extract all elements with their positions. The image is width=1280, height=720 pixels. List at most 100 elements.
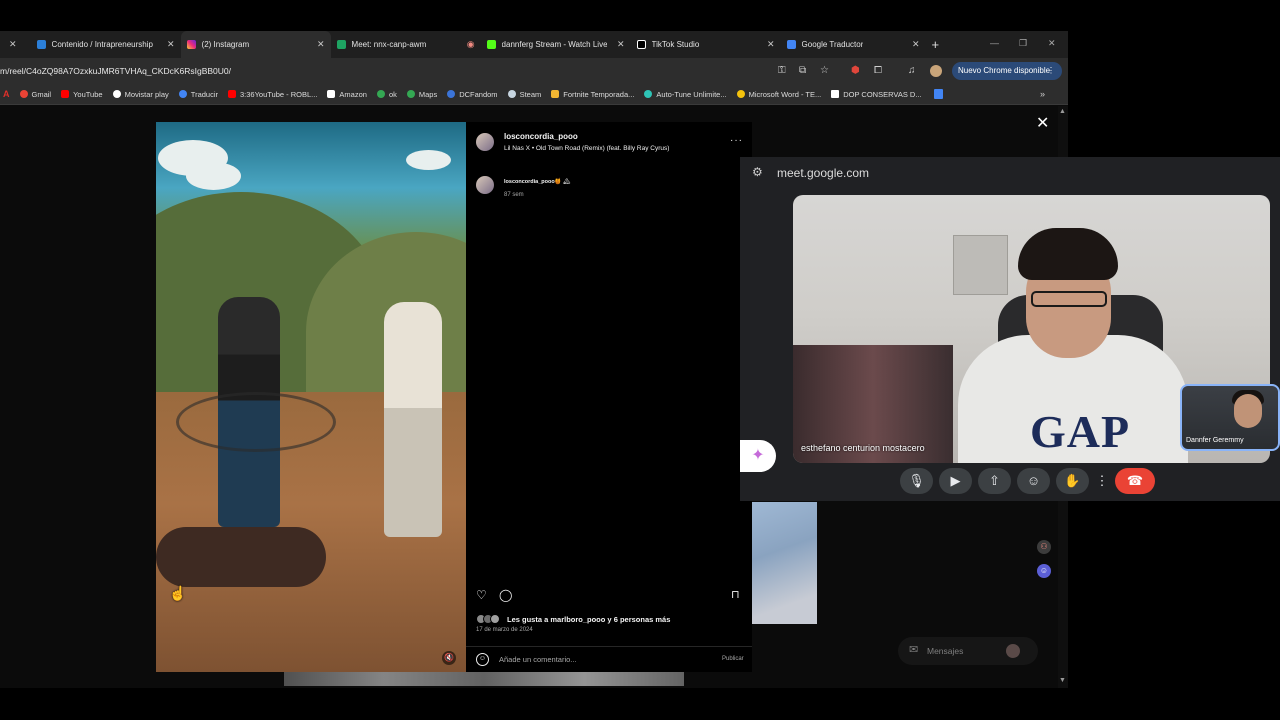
amazon-icon <box>327 90 336 98</box>
tab-bar: ✕ Contenido / Intrapreneurship ✕ (2) Ins… <box>0 31 1068 58</box>
participant-name: esthefano centurion mostacero <box>801 443 925 453</box>
save-bookmark-icon[interactable]: ⊓ <box>731 588 740 601</box>
bookmark-star-icon[interactable]: ☆ <box>820 65 829 76</box>
password-key-icon[interactable]: ⚿ <box>778 65 786 76</box>
emoji-reaction-icon[interactable]: ☺ <box>1017 468 1050 494</box>
bookmark-label: 3:36YouTube - ROBL... <box>240 89 318 99</box>
gemini-icon[interactable]: ✦ <box>740 440 776 472</box>
azure-icon <box>36 40 46 49</box>
self-view-tile[interactable]: Dannfer Geremmy <box>1180 384 1280 451</box>
camera-icon[interactable]: ▶ <box>939 468 972 494</box>
more-bookmarks-icon[interactable]: » <box>1040 89 1045 99</box>
post-username[interactable]: losconcordia_pooo <box>504 132 578 141</box>
cloud <box>406 150 451 170</box>
tab-meet[interactable]: Meet: nnx-canp-awm ◉ <box>331 31 481 58</box>
site-settings-icon[interactable]: ⚙ <box>752 165 763 179</box>
more-options-icon[interactable]: ··· <box>730 135 743 146</box>
wall-shelf <box>953 235 1008 295</box>
messages-pill[interactable]: ✉ Mensajes <box>898 637 1038 665</box>
chat-bot-icon[interactable]: ☺ <box>1037 564 1051 578</box>
tab-instagram[interactable]: (2) Instagram ✕ <box>180 31 331 58</box>
tab-tiktok[interactable]: TikTok Studio ✕ <box>631 31 781 58</box>
tab-close-icon[interactable]: ✕ <box>912 39 920 50</box>
bookmark-maps[interactable]: Maps <box>406 90 437 99</box>
bookmark-label: Fortnite Temporada... <box>563 89 635 99</box>
scroll-down-icon[interactable]: ▼ <box>1059 677 1066 684</box>
publish-button[interactable]: Publicar <box>722 656 744 662</box>
end-call-icon[interactable]: ☎ <box>1115 468 1155 494</box>
bookmark-word[interactable]: Microsoft Word - TE... <box>736 90 821 99</box>
avatar[interactable] <box>476 133 494 151</box>
more-options-icon[interactable]: ⋮ <box>1095 468 1109 494</box>
mute-icon[interactable]: 🔇 <box>442 651 456 665</box>
emoji-icon[interactable]: ☺ <box>476 653 489 666</box>
bookmark-gmail[interactable]: Gmail <box>19 89 52 99</box>
raise-hand-icon[interactable]: ✋ <box>1056 468 1089 494</box>
tab-translate[interactable]: Google Traductor ✕ <box>781 31 926 58</box>
bookmark-youtube[interactable]: YouTube <box>61 90 103 99</box>
tab-close-icon[interactable]: ✕ <box>767 39 775 50</box>
extension-red-icon[interactable]: ⬢ <box>851 65 860 76</box>
steam-icon <box>507 90 516 98</box>
bookmark-movistar[interactable]: Movistar play <box>112 90 169 99</box>
profile-avatar[interactable] <box>930 65 942 77</box>
likes-summary[interactable]: Les gusta a marlboro_pooo y 6 personas m… <box>507 615 670 624</box>
close-icon[interactable]: ✕ <box>1036 113 1049 133</box>
reel-video[interactable] <box>156 122 466 672</box>
tiktok-icon <box>636 40 646 49</box>
restore-icon[interactable]: ❐ <box>1019 38 1027 49</box>
extensions-puzzle-icon[interactable]: ⧠ <box>874 65 882 76</box>
tab-kick[interactable]: dannferg Stream - Watch Live ✕ <box>481 31 631 58</box>
self-name: Dannfer Geremmy <box>1186 437 1244 444</box>
tab-close-icon[interactable]: ✕ <box>317 39 325 50</box>
meet-host: meet.google.com <box>777 166 870 180</box>
minimize-icon[interactable]: — <box>990 38 999 48</box>
record-icon[interactable]: ◉ <box>467 39 475 50</box>
translate-icon <box>786 40 796 49</box>
bookmark-autotune[interactable]: Auto-Tune Unlimite... <box>644 90 727 99</box>
tab-close-icon[interactable]: ✕ <box>9 39 17 50</box>
bookmark-youtube-robl[interactable]: 3:36YouTube - ROBL... <box>228 90 317 99</box>
bookmark-ok[interactable]: ok <box>376 89 397 99</box>
tab-close-icon[interactable]: ✕ <box>167 39 175 50</box>
bookmark-dop[interactable]: DOP CONSERVAS D... <box>831 90 922 99</box>
fortnite-icon <box>551 90 560 98</box>
bookmark-amazon[interactable]: Amazon <box>327 90 367 99</box>
docs-icon[interactable] <box>933 89 943 99</box>
media-controls-icon[interactable]: ♫ <box>908 65 916 76</box>
microphone-icon[interactable]: 🎙 <box>900 468 933 494</box>
bookmark-dcfandom[interactable]: DCFandom <box>447 90 498 99</box>
bookmark-label: Gmail <box>31 89 52 99</box>
bookmark-fortnite[interactable]: Fortnite Temporada... <box>551 90 634 99</box>
kick-icon <box>486 40 496 49</box>
bookmark-label: ok <box>388 89 397 99</box>
comment-bubble-icon[interactable]: ◯ <box>499 588 512 602</box>
update-chrome-button[interactable]: Nuevo Chrome disponible ⋮ <box>952 62 1062 80</box>
new-tab-button[interactable]: + <box>932 37 940 52</box>
url-field[interactable]: m/reel/C4oZQ98A7OzxkuJMR6TVHAq_CKDcK6RsI… <box>0 66 231 76</box>
present-screen-icon[interactable]: ⇧ <box>978 468 1011 494</box>
kebab-menu-icon[interactable]: ⋮ <box>1047 62 1055 80</box>
song-title[interactable]: Lil Nas X • Old Town Road (Remix) (feat.… <box>504 145 669 152</box>
call-controls: 🎙 ▶ ⇧ ☺ ✋ ⋮ ☎ <box>900 467 1161 495</box>
people-icon[interactable]: ⚇ <box>1037 540 1051 554</box>
scroll-up-icon[interactable]: ▲ <box>1059 108 1066 115</box>
bookmark-steam[interactable]: Steam <box>507 90 541 99</box>
install-app-icon[interactable]: ⧉ <box>799 65 806 76</box>
adobe-icon[interactable]: A <box>3 89 10 99</box>
ok-icon <box>376 90 385 98</box>
avatar <box>1006 644 1020 658</box>
instagram-icon <box>186 40 196 49</box>
tab-contenido[interactable]: Contenido / Intrapreneurship ✕ <box>31 31 181 58</box>
like-heart-icon[interactable]: ♡ <box>476 588 487 602</box>
comment-input[interactable]: Añade un comentario... <box>499 655 577 664</box>
avatar[interactable] <box>476 176 494 194</box>
autotune-icon <box>644 90 653 98</box>
comment-username[interactable]: losconcordia_pooo <box>504 179 555 185</box>
bookmark-traducir[interactable]: Traducir <box>178 90 218 99</box>
youtube-icon <box>61 90 70 98</box>
post-date: 17 de marzo de 2024 <box>476 627 533 633</box>
youtube-icon <box>228 90 236 98</box>
tab-close-icon[interactable]: ✕ <box>617 39 625 50</box>
close-window-icon[interactable]: ✕ <box>1048 38 1056 49</box>
